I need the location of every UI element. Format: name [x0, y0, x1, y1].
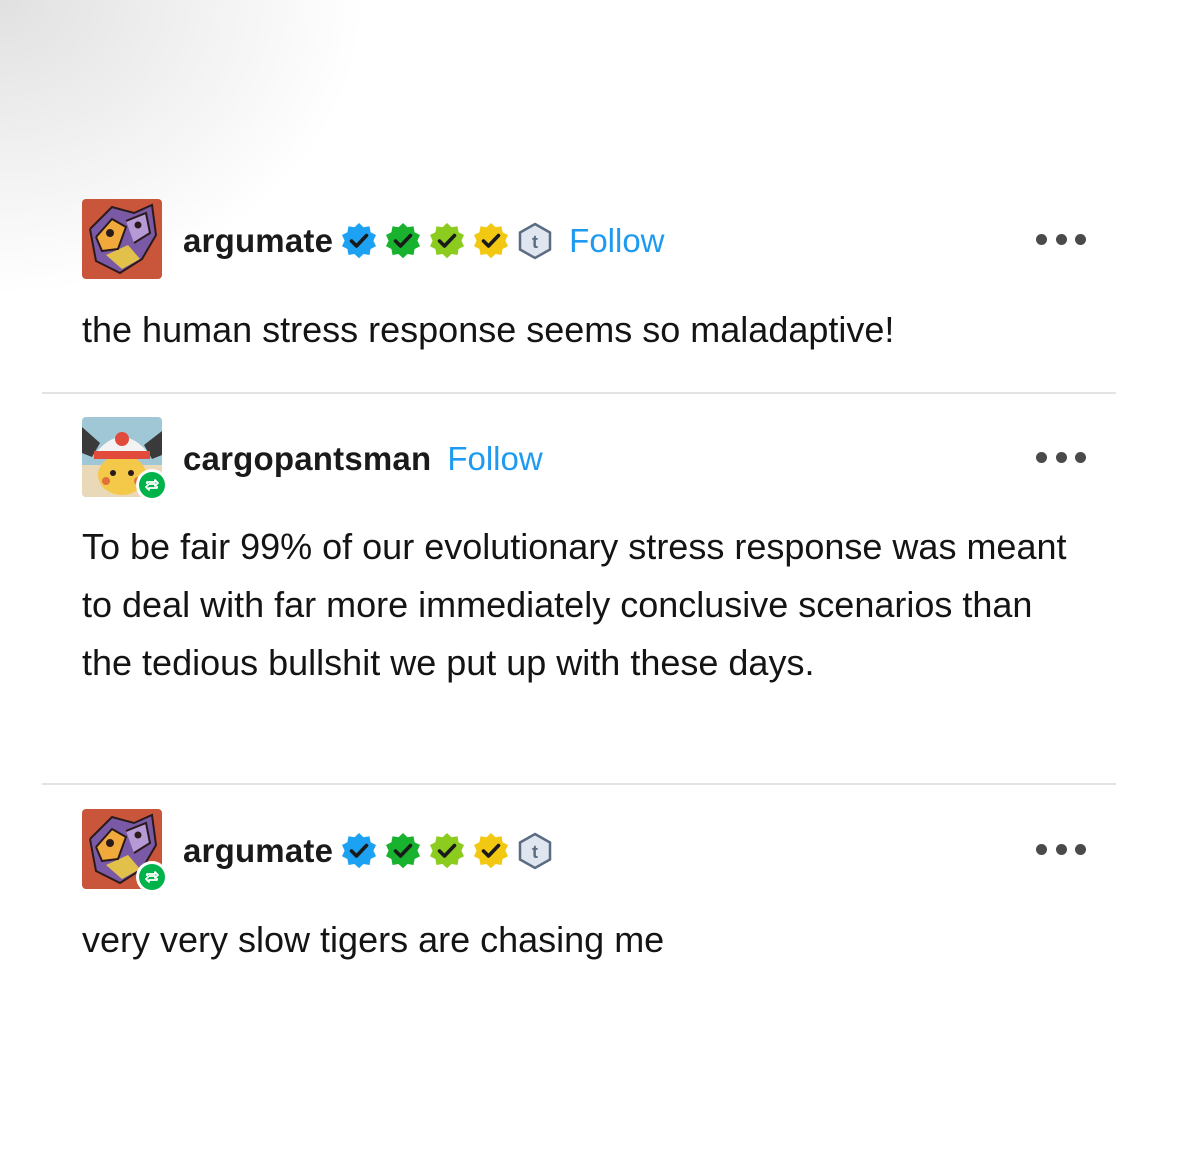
avatar-argumate[interactable] — [82, 809, 168, 893]
lime-verified-badge[interactable] — [427, 831, 467, 871]
post-header: cargopantsman Follow — [82, 417, 1092, 501]
post-header: argumate t Follow — [82, 199, 1092, 281]
tumblr-t-badge[interactable]: t — [515, 221, 555, 261]
blue-verified-badge[interactable] — [339, 221, 379, 261]
divider — [42, 392, 1116, 394]
yellow-verified-badge[interactable] — [471, 831, 511, 871]
badge-list: t — [339, 831, 559, 871]
username[interactable]: argumate — [183, 832, 333, 870]
post-byline: argumate t — [183, 831, 559, 871]
tumblr-t-badge[interactable]: t — [515, 831, 555, 871]
avatar-cargopantsman[interactable] — [82, 417, 168, 501]
follow-button[interactable]: Follow — [447, 440, 542, 478]
svg-text:t: t — [532, 842, 538, 862]
follow-button[interactable]: Follow — [569, 222, 664, 260]
yellow-verified-badge[interactable] — [471, 221, 511, 261]
post-byline: cargopantsman Follow — [183, 439, 543, 479]
post-reblog: cargopantsman Follow To be fair 99% of o… — [82, 417, 1092, 692]
post-header: argumate t — [82, 809, 1092, 893]
avatar-image — [82, 199, 162, 279]
more-options-icon[interactable] — [1036, 447, 1086, 467]
post-text: very very slow tigers are chasing me — [82, 919, 665, 960]
green-verified-badge[interactable] — [383, 221, 423, 261]
username[interactable]: argumate — [183, 222, 333, 260]
green-verified-badge[interactable] — [383, 831, 423, 871]
svg-text:t: t — [532, 232, 538, 252]
divider — [42, 783, 1116, 785]
post-original: argumate t Follow the human stress respo… — [82, 199, 1092, 359]
more-options-icon[interactable] — [1036, 229, 1086, 249]
blue-verified-badge[interactable] — [339, 831, 379, 871]
post-byline: argumate t Follow — [183, 221, 665, 261]
post-text: To be fair 99% of our evolutionary stres… — [82, 526, 1067, 683]
avatar-argumate[interactable] — [82, 199, 162, 279]
post-text: the human stress response seems so malad… — [82, 309, 895, 350]
username[interactable]: cargopantsman — [183, 440, 431, 478]
lime-verified-badge[interactable] — [427, 221, 467, 261]
more-options-icon[interactable] — [1036, 839, 1086, 859]
post-reblog: argumate t very very slow tigers are cha… — [82, 809, 1092, 969]
reblog-icon — [136, 861, 168, 893]
badge-list: t — [339, 221, 559, 261]
reblog-icon — [136, 469, 168, 501]
